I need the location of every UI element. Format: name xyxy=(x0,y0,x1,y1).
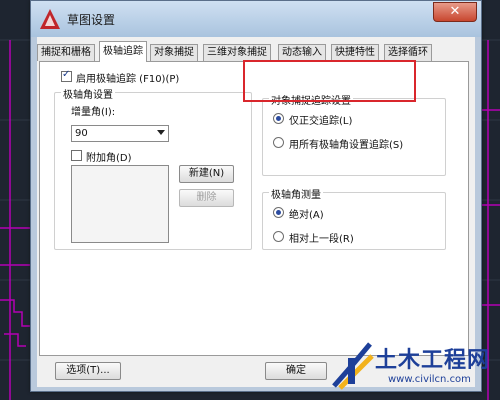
additional-angle-list[interactable] xyxy=(71,165,169,243)
absolute-label: 绝对(A) xyxy=(289,210,324,221)
relative-radio[interactable] xyxy=(273,231,284,242)
tab-quick-properties[interactable]: 快捷特性 xyxy=(331,44,379,61)
enable-polar-label: 启用极轴追踪 (F10)(P) xyxy=(76,74,180,85)
increment-angle-select[interactable]: 90 xyxy=(71,125,169,142)
options-button[interactable]: 选项(T)... xyxy=(55,362,121,380)
delete-angle-button: 删除 xyxy=(179,189,234,207)
tab-snap-grid[interactable]: 捕捉和栅格 xyxy=(37,44,95,61)
polar-tracking-page: 启用极轴追踪 (F10)(P) 极轴角设置 增量角(I): 90 附加角(D) … xyxy=(39,61,469,356)
additional-angle-checkbox[interactable] xyxy=(71,150,82,161)
orthogonal-only-radio[interactable] xyxy=(273,113,284,124)
dialog-title: 草图设置 xyxy=(67,13,116,27)
object-snap-tracking-group: 对象捕捉追踪设置 仅正交追踪(L) 用所有极轴角设置追踪(S) xyxy=(262,92,446,176)
civilcn-logo-icon xyxy=(332,342,374,390)
highlight-annotation-box xyxy=(243,60,416,102)
tab-polar-tracking[interactable]: 极轴追踪 xyxy=(99,41,147,62)
all-polar-angles-radio[interactable] xyxy=(273,137,284,148)
watermark-url: www.civilcn.com xyxy=(388,374,471,385)
watermark-title: 土木工程网 xyxy=(375,348,491,373)
ok-button[interactable]: 确定 xyxy=(265,362,327,380)
increment-angle-value: 90 xyxy=(75,128,88,139)
new-angle-button[interactable]: 新建(N) xyxy=(179,165,234,183)
polar-angle-group-title: 极轴角设置 xyxy=(61,86,115,101)
additional-angle-label: 附加角(D) xyxy=(86,153,132,164)
absolute-radio[interactable] xyxy=(273,207,284,218)
autocad-logo-icon xyxy=(40,9,60,29)
relative-label: 相对上一段(R) xyxy=(289,234,354,245)
tab-selection-cycling[interactable]: 选择循环 xyxy=(384,44,432,61)
polar-measurement-title: 极轴角测量 xyxy=(269,186,323,201)
tab-dynamic-input[interactable]: 动态输入 xyxy=(278,44,326,61)
polar-measurement-group: 极轴角测量 绝对(A) 相对上一段(R) xyxy=(262,186,446,250)
watermark-logo: 土木工程网 www.civilcn.com xyxy=(328,328,500,400)
close-button[interactable]: ✕ xyxy=(433,2,477,22)
polar-angle-group: 极轴角设置 增量角(I): 90 附加角(D) 新建(N) 删除 xyxy=(54,86,252,250)
title-bar: 草图设置 ✕ xyxy=(31,1,481,37)
orthogonal-only-label: 仅正交追踪(L) xyxy=(289,116,353,127)
enable-polar-checkbox[interactable] xyxy=(61,69,72,82)
increment-angle-label: 增量角(I): xyxy=(71,107,116,118)
tab-object-snap[interactable]: 对象捕捉 xyxy=(150,44,198,61)
all-polar-angles-label: 用所有极轴角设置追踪(S) xyxy=(289,140,404,151)
tab-3d-object-snap[interactable]: 三维对象捕捉 xyxy=(203,44,271,61)
chevron-down-icon xyxy=(157,130,165,135)
